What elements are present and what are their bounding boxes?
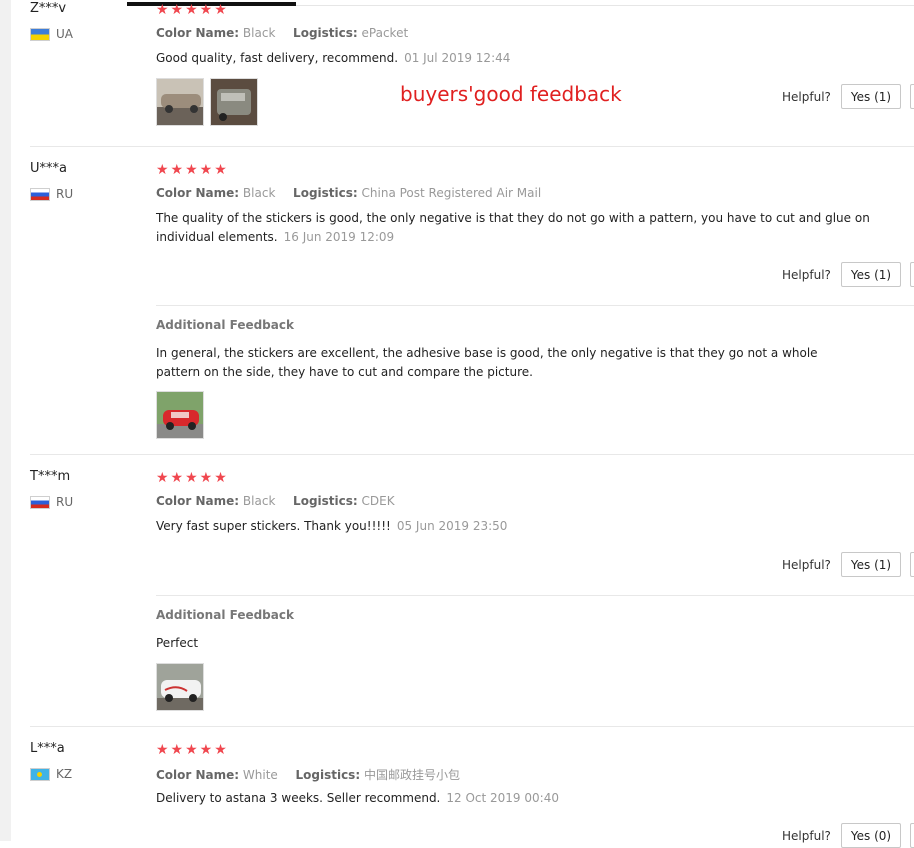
review-body-line: The quality of the stickers is good, the… (156, 211, 870, 225)
reviewer-name: U***a (30, 161, 67, 176)
review-body: Good quality, fast delivery, recommend. (156, 51, 399, 65)
logistics-value: 中国邮政挂号小包 (363, 768, 460, 782)
left-gutter (0, 0, 11, 841)
additional-photos (156, 663, 204, 711)
reviewer-name: L***a (30, 741, 65, 756)
ukraine-flag-icon (30, 27, 50, 41)
review-date: 01 Jul 2019 12:44 (404, 51, 511, 65)
color-value: Black (242, 186, 276, 200)
review-photo[interactable] (210, 78, 258, 126)
review-photo[interactable] (156, 663, 204, 711)
reviewer-country: RU (30, 187, 73, 201)
additional-feedback-text: Perfect (156, 636, 199, 650)
russia-flag-icon (30, 187, 50, 201)
review-text: Good quality, fast delivery, recommend. 0… (156, 49, 510, 68)
additional-line: pattern on the side, they have to cut an… (156, 365, 533, 379)
helpful-no-button[interactable] (910, 84, 914, 109)
reviewer-country: RU (30, 495, 73, 509)
color-name-label: Color Name: (156, 26, 240, 40)
order-info: Color Name: White Logistics: 中国邮政挂号小包 (156, 766, 460, 783)
helpful-no-button[interactable] (910, 823, 914, 848)
logistics-label: Logistics: (293, 494, 358, 508)
logistics-label: Logistics: (295, 768, 361, 782)
review-body: Very fast super stickers. Thank you!!!!! (156, 519, 391, 533)
review-photo[interactable] (156, 78, 204, 126)
review-divider (30, 726, 914, 727)
color-name-label: Color Name: (156, 768, 240, 782)
logistics-label: Logistics: (293, 186, 358, 200)
helpful-no-button[interactable] (910, 262, 914, 287)
additional-feedback-title: Additional Feedback (156, 608, 294, 622)
additional-feedback-text: In general, the stickers are excellent, … (156, 344, 818, 382)
additional-divider (156, 305, 914, 306)
review-body-line: individual elements. (156, 230, 278, 244)
annotation-text: buyers'good feedback (400, 82, 622, 106)
star-rating: ★★★★★ (156, 742, 229, 758)
helpful-yes-button[interactable]: Yes (1) (841, 262, 901, 287)
country-code: RU (56, 187, 74, 201)
logistics-value: ePacket (361, 26, 409, 40)
logistics-label: Logistics: (293, 26, 358, 40)
review-text: Very fast super stickers. Thank you!!!!!… (156, 517, 507, 536)
reviewer-name: Z***v (30, 1, 67, 16)
helpful-label: Helpful? (782, 558, 831, 572)
russia-flag-icon (30, 495, 50, 509)
additional-photos (156, 391, 204, 439)
color-name-label: Color Name: (156, 494, 240, 508)
additional-feedback-title: Additional Feedback (156, 318, 294, 332)
logistics-value: CDEK (361, 494, 395, 508)
order-info: Color Name: Black Logistics: ePacket (156, 26, 408, 40)
color-name-label: Color Name: (156, 186, 240, 200)
star-rating: ★★★★★ (156, 470, 229, 486)
order-info: Color Name: Black Logistics: China Post … (156, 186, 541, 200)
helpful-yes-button[interactable]: Yes (1) (841, 84, 901, 109)
review-body: Delivery to astana 3 weeks. Seller recom… (156, 791, 441, 805)
helpful-yes-button[interactable]: Yes (1) (841, 552, 901, 577)
color-value: Black (242, 26, 276, 40)
country-code: UA (56, 27, 73, 41)
reviewer-country: KZ (30, 767, 72, 781)
country-code: KZ (56, 767, 73, 781)
review-text: The quality of the stickers is good, the… (156, 209, 870, 247)
order-info: Color Name: Black Logistics: CDEK (156, 494, 395, 508)
review-date: 16 Jun 2019 12:09 (283, 230, 395, 244)
additional-line: In general, the stickers are excellent, … (156, 346, 818, 360)
country-code: RU (56, 495, 74, 509)
review-photos (156, 78, 258, 126)
color-value: Black (242, 494, 276, 508)
kazakhstan-flag-icon (30, 767, 50, 781)
helpful-no-button[interactable] (910, 552, 914, 577)
helpful-label: Helpful? (782, 90, 831, 104)
review-date: 12 Oct 2019 00:40 (446, 791, 559, 805)
review-text: Delivery to astana 3 weeks. Seller recom… (156, 789, 559, 808)
review-divider (30, 454, 914, 455)
review-divider (30, 146, 914, 147)
logistics-value: China Post Registered Air Mail (361, 186, 542, 200)
star-rating: ★★★★★ (156, 162, 229, 178)
star-rating: ★★★★★ (156, 2, 229, 18)
review-date: 05 Jun 2019 23:50 (396, 519, 508, 533)
reviewer-name: T***m (30, 469, 71, 484)
color-value: White (242, 768, 278, 782)
helpful-yes-button[interactable]: Yes (0) (841, 823, 901, 848)
top-divider (296, 5, 914, 6)
additional-divider (156, 595, 914, 596)
helpful-label: Helpful? (782, 268, 831, 282)
reviewer-country: UA (30, 27, 73, 41)
review-photo[interactable] (156, 391, 204, 439)
